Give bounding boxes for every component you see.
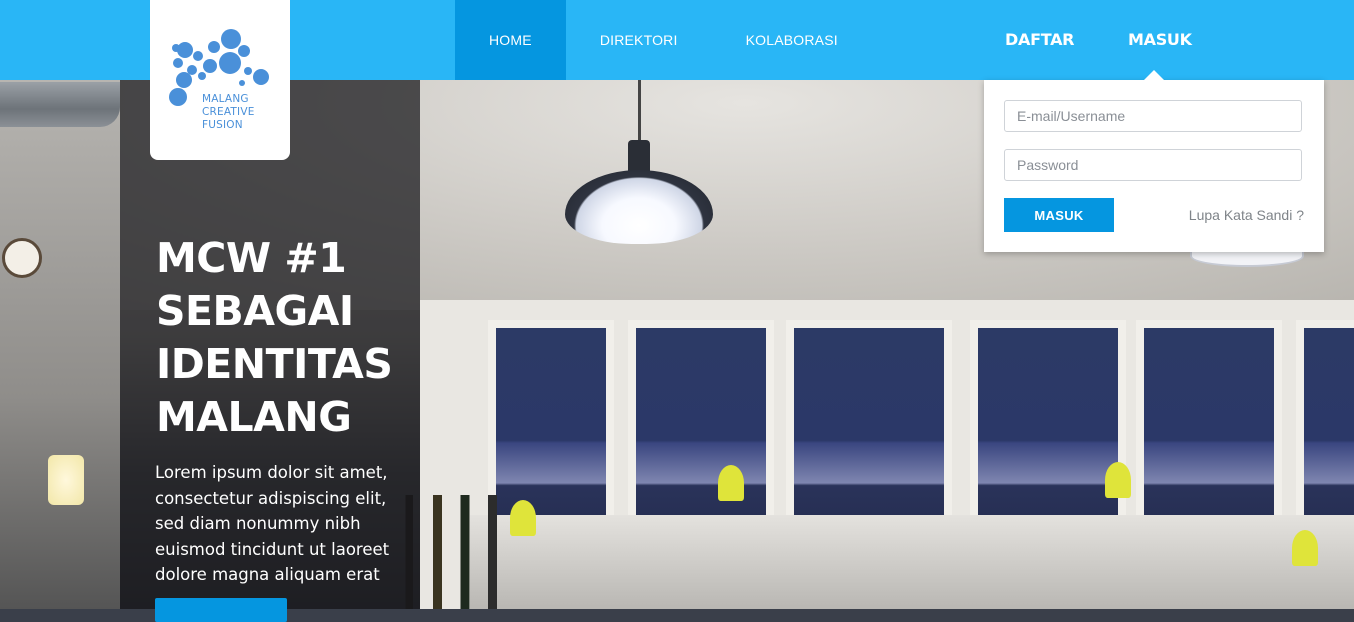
- table-lamp-icon: [48, 455, 84, 505]
- main-nav: HOME DIREKTORI KOLABORASI: [455, 0, 872, 80]
- nav-item-direktori[interactable]: DIREKTORI: [566, 0, 712, 80]
- logo[interactable]: MALANG CREATIVE FUSION: [150, 0, 290, 160]
- ceiling-duct: [0, 82, 120, 127]
- hero-cta-button[interactable]: [155, 598, 287, 622]
- desk-lamp-icon: [1105, 462, 1131, 498]
- forgot-password-link[interactable]: Lupa Kata Sandi ?: [1189, 207, 1304, 223]
- nav-item-home[interactable]: HOME: [455, 0, 566, 80]
- brand-name: MALANG CREATIVE FUSION: [202, 93, 255, 131]
- headline-line: MCW #1: [156, 234, 347, 282]
- login-link[interactable]: MASUK: [1128, 0, 1192, 80]
- hero-headline: MCW #1 SEBAGAI IDENTITAS MALANG: [156, 232, 416, 444]
- desk-lamp-icon: [510, 500, 536, 536]
- left-wall: [0, 80, 120, 609]
- dropdown-caret: [1144, 70, 1164, 80]
- email-username-input[interactable]: [1004, 100, 1302, 132]
- nav-item-kolaborasi[interactable]: KOLABORASI: [712, 0, 872, 80]
- wall-clock-icon: [2, 238, 42, 278]
- register-link[interactable]: DAFTAR: [1005, 0, 1074, 80]
- desk-lamp-icon: [1292, 530, 1318, 566]
- headline-line: MALANG: [156, 393, 352, 441]
- counter: [470, 515, 1354, 609]
- password-input[interactable]: [1004, 149, 1302, 181]
- login-dropdown: MASUK Lupa Kata Sandi ?: [984, 80, 1324, 252]
- hero-description: Lorem ipsum dolor sit amet, consectetur …: [155, 463, 390, 584]
- headline-line: SEBAGAI: [156, 287, 354, 335]
- login-submit-button[interactable]: MASUK: [1004, 198, 1114, 232]
- desk-lamp-icon: [718, 465, 744, 501]
- headline-line: IDENTITAS: [156, 340, 393, 388]
